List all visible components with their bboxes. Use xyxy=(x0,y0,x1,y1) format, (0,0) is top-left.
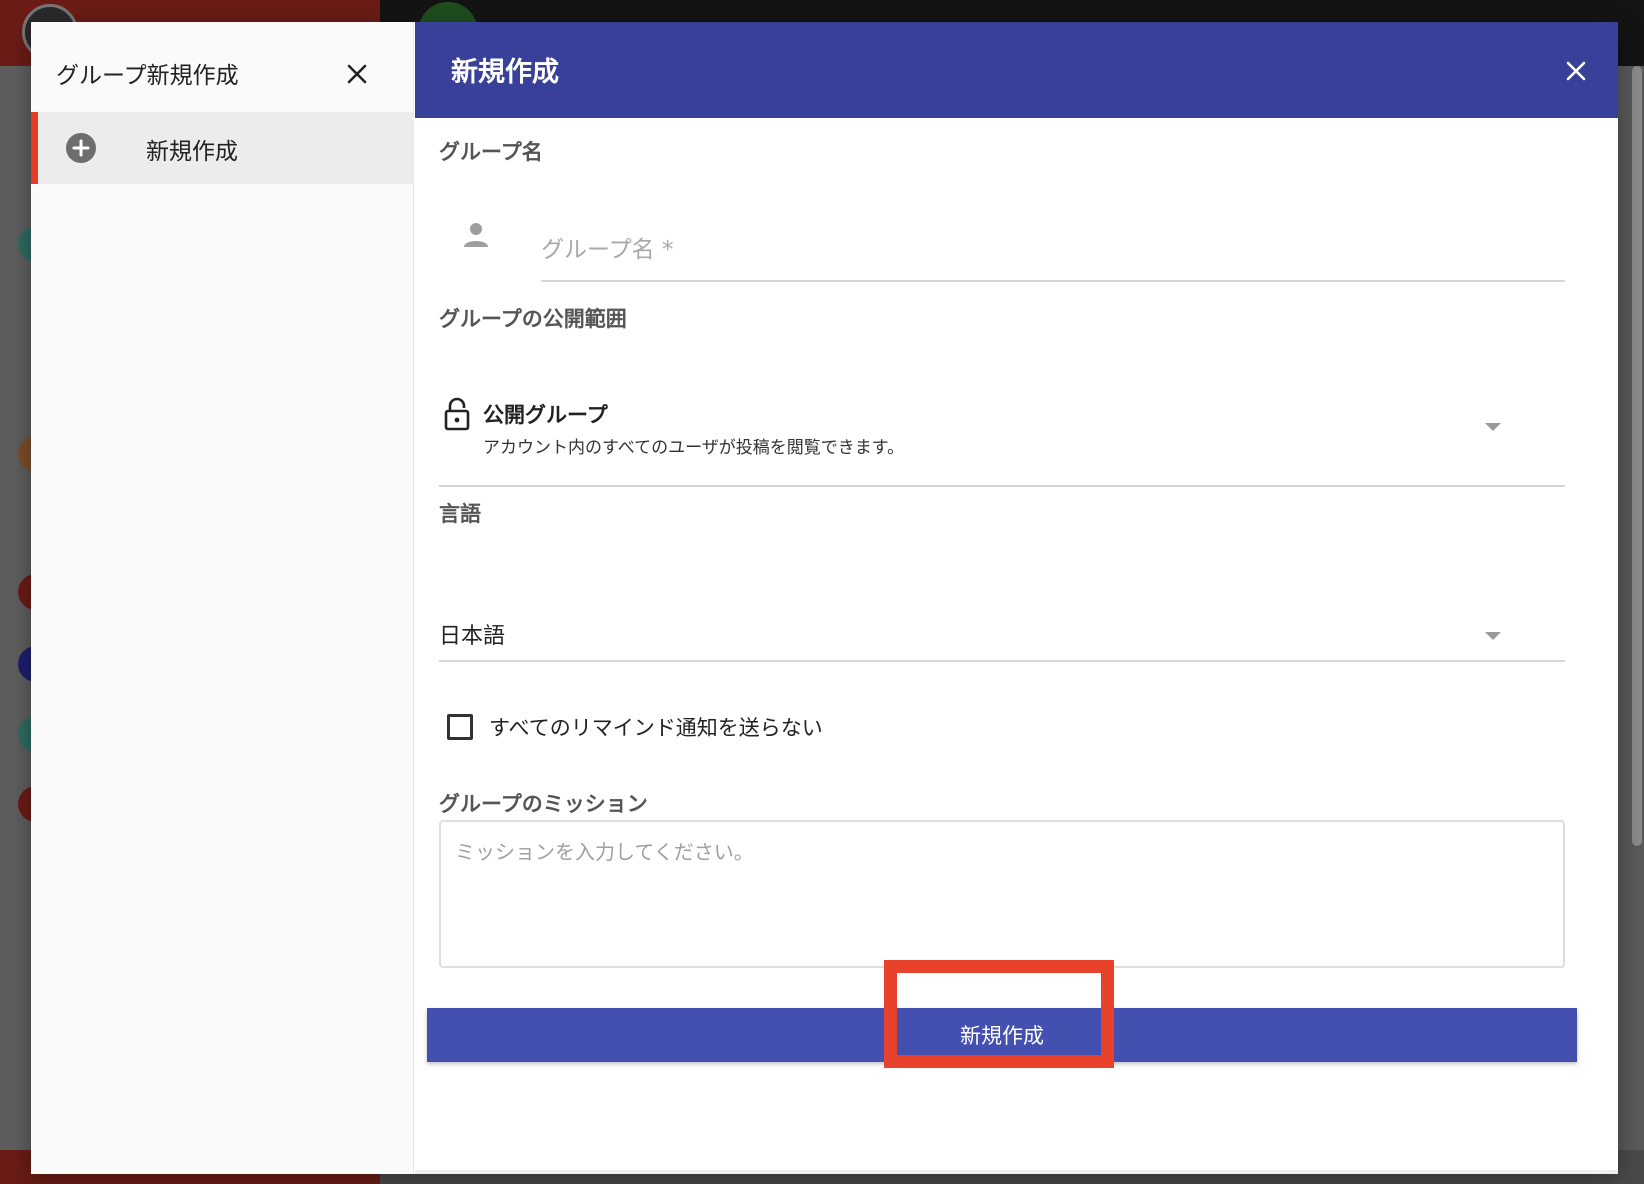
language-label: 言語 xyxy=(439,502,481,526)
group-name-input[interactable] xyxy=(541,220,1565,282)
left-panel-title: グループ新規作成 xyxy=(56,63,239,89)
create-group-modal: グループ新規作成 新規作成 新規作成 グループ名 グループ名 * グループの公開… xyxy=(31,22,1618,1174)
left-nav-item-new[interactable]: 新規作成 xyxy=(31,112,414,184)
mission-label: グループのミッション xyxy=(439,792,648,816)
language-select[interactable]: 日本語 xyxy=(439,592,1565,662)
privacy-selected-title: 公開グループ xyxy=(483,403,608,427)
lock-icon xyxy=(443,397,471,431)
language-selected-value: 日本語 xyxy=(439,624,506,649)
create-submit-button[interactable]: 新規作成 xyxy=(427,1008,1577,1062)
privacy-label: グループの公開範囲 xyxy=(439,307,627,331)
form-header: 新規作成 xyxy=(415,22,1618,118)
group-name-label: グループ名 xyxy=(439,140,543,164)
no-reminder-checkbox[interactable] xyxy=(447,714,473,740)
privacy-selected-description: アカウント内のすべてのユーザが投稿を閲覧できます。 xyxy=(483,438,905,458)
plus-circle-icon xyxy=(66,133,96,163)
panel-bottom-divider xyxy=(415,1170,1618,1174)
close-icon[interactable] xyxy=(1563,58,1589,84)
modal-form-panel: 新規作成 グループ名 グループの公開範囲 xyxy=(415,22,1618,1174)
mission-textarea[interactable] xyxy=(439,820,1565,968)
caret-down-icon xyxy=(1485,632,1501,640)
form-header-title: 新規作成 xyxy=(451,57,559,88)
no-reminder-checkbox-label[interactable]: すべてのリマインド通知を送らない xyxy=(489,712,823,742)
close-icon[interactable] xyxy=(343,60,371,88)
left-nav-item-label: 新規作成 xyxy=(146,139,238,165)
privacy-select[interactable]: 公開グループ アカウント内のすべてのユーザが投稿を閲覧できます。 xyxy=(439,385,1565,487)
caret-down-icon xyxy=(1485,423,1501,431)
person-icon xyxy=(461,220,491,250)
modal-left-panel: グループ新規作成 新規作成 xyxy=(31,22,414,1174)
background-scrollbar xyxy=(1632,66,1642,846)
